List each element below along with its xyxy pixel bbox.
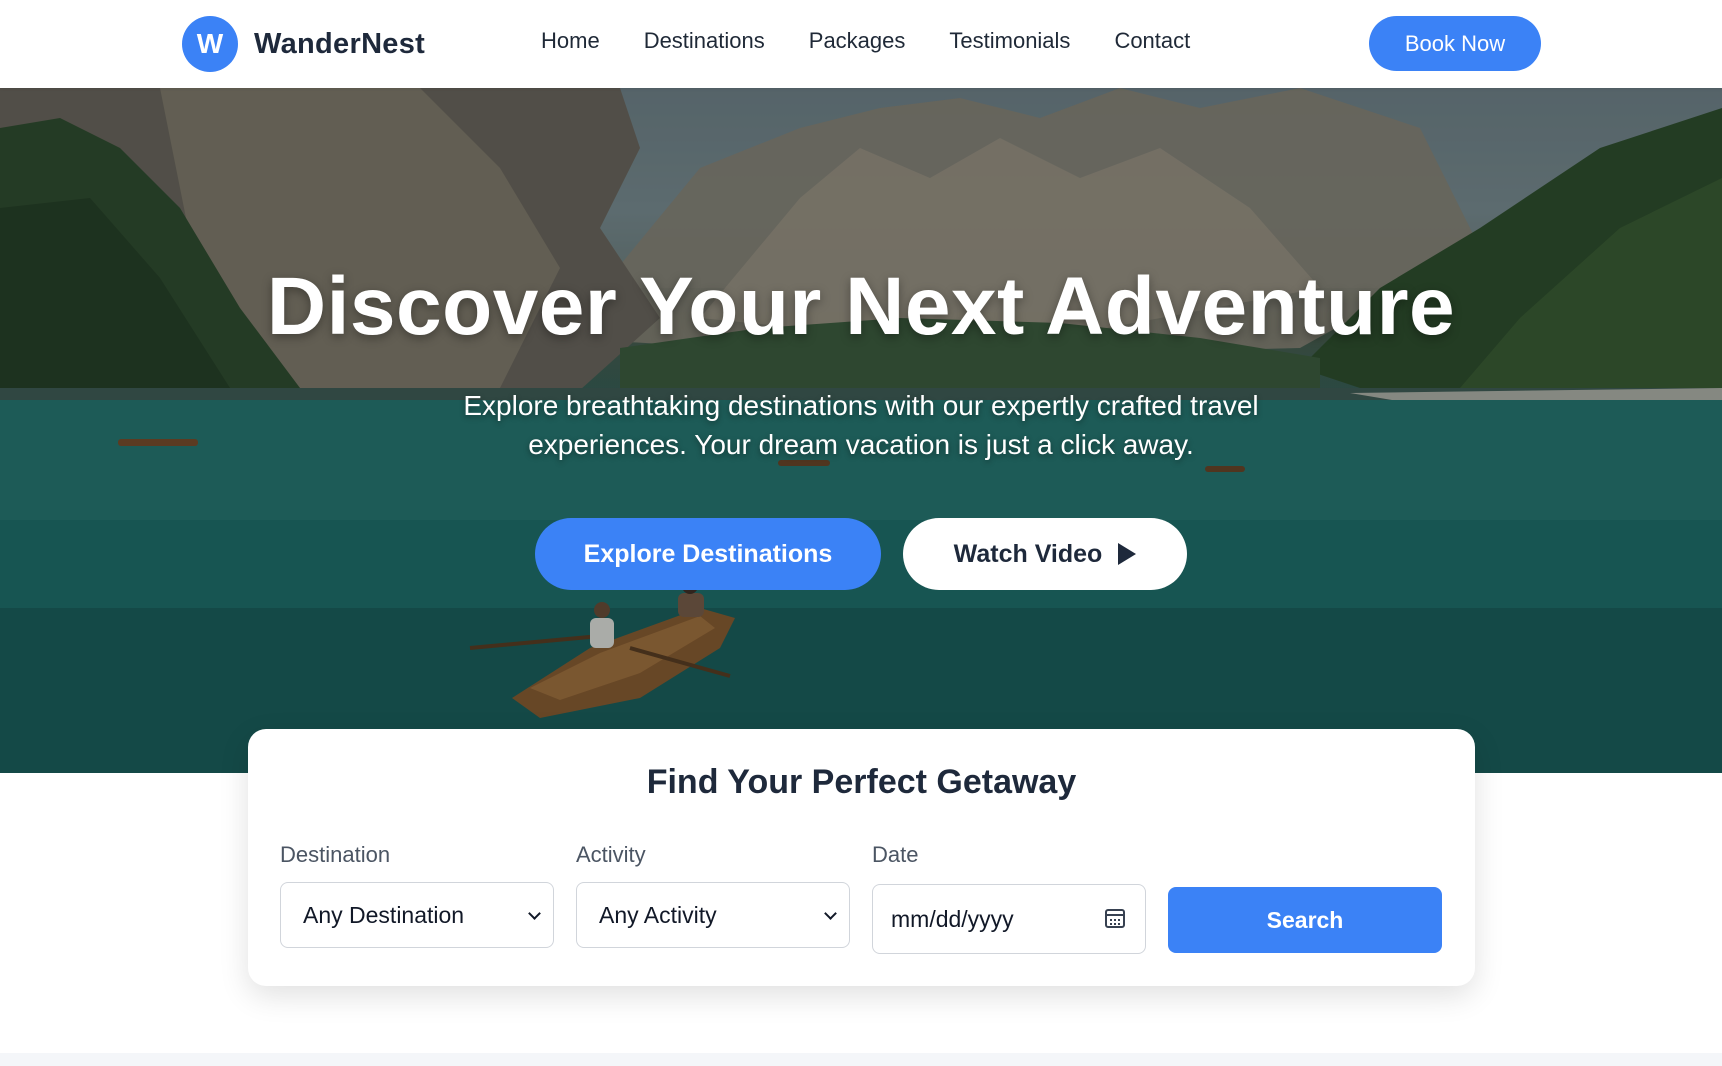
hero-subtitle: Explore breathtaking destinations with o… xyxy=(463,390,1259,460)
hero-section: Discover Your Next Adventure Explore bre… xyxy=(0,88,1722,773)
explore-destinations-button[interactable]: Explore Destinations xyxy=(535,518,881,590)
top-navbar: W WanderNest Home Destinations Packages … xyxy=(0,0,1722,88)
destination-select[interactable]: Any Destination xyxy=(280,882,554,948)
search-button[interactable]: Search xyxy=(1168,887,1442,953)
nav-link-packages[interactable]: Packages xyxy=(809,28,906,54)
destination-value: Any Destination xyxy=(303,901,465,928)
watch-video-label: Watch Video xyxy=(953,539,1103,568)
hero-title: Discover Your Next Adventure xyxy=(266,261,1456,352)
search-title: Find Your Perfect Getaway xyxy=(646,763,1077,801)
nav-link-testimonials[interactable]: Testimonials xyxy=(949,28,1070,54)
date-placeholder: mm/dd/yyyy xyxy=(891,905,1014,932)
play-icon xyxy=(1118,543,1137,565)
brand-logo[interactable]: W xyxy=(182,16,238,72)
watch-video-button[interactable]: Watch Video xyxy=(903,518,1187,590)
chevron-down-icon xyxy=(528,907,541,920)
nav-link-home[interactable]: Home xyxy=(541,28,600,54)
calendar-icon[interactable] xyxy=(1105,909,1125,928)
main-nav: Home Destinations Packages Testimonials … xyxy=(541,28,1234,54)
nav-link-destinations[interactable]: Destinations xyxy=(644,28,765,54)
activity-value: Any Activity xyxy=(599,901,717,928)
date-input[interactable]: mm/dd/yyyy xyxy=(872,884,1146,954)
chevron-down-icon xyxy=(824,907,837,920)
activity-label: Activity xyxy=(576,842,646,867)
activity-select[interactable]: Any Activity xyxy=(576,882,850,948)
brand-name[interactable]: WanderNest xyxy=(254,28,425,61)
destination-label: Destination xyxy=(280,842,391,867)
search-card: Find Your Perfect Getaway Destination An… xyxy=(248,729,1475,986)
nav-link-contact[interactable]: Contact xyxy=(1114,28,1190,54)
book-now-button[interactable]: Book Now xyxy=(1369,16,1541,71)
date-label: Date xyxy=(872,842,919,867)
brand[interactable]: W WanderNest xyxy=(182,16,425,72)
